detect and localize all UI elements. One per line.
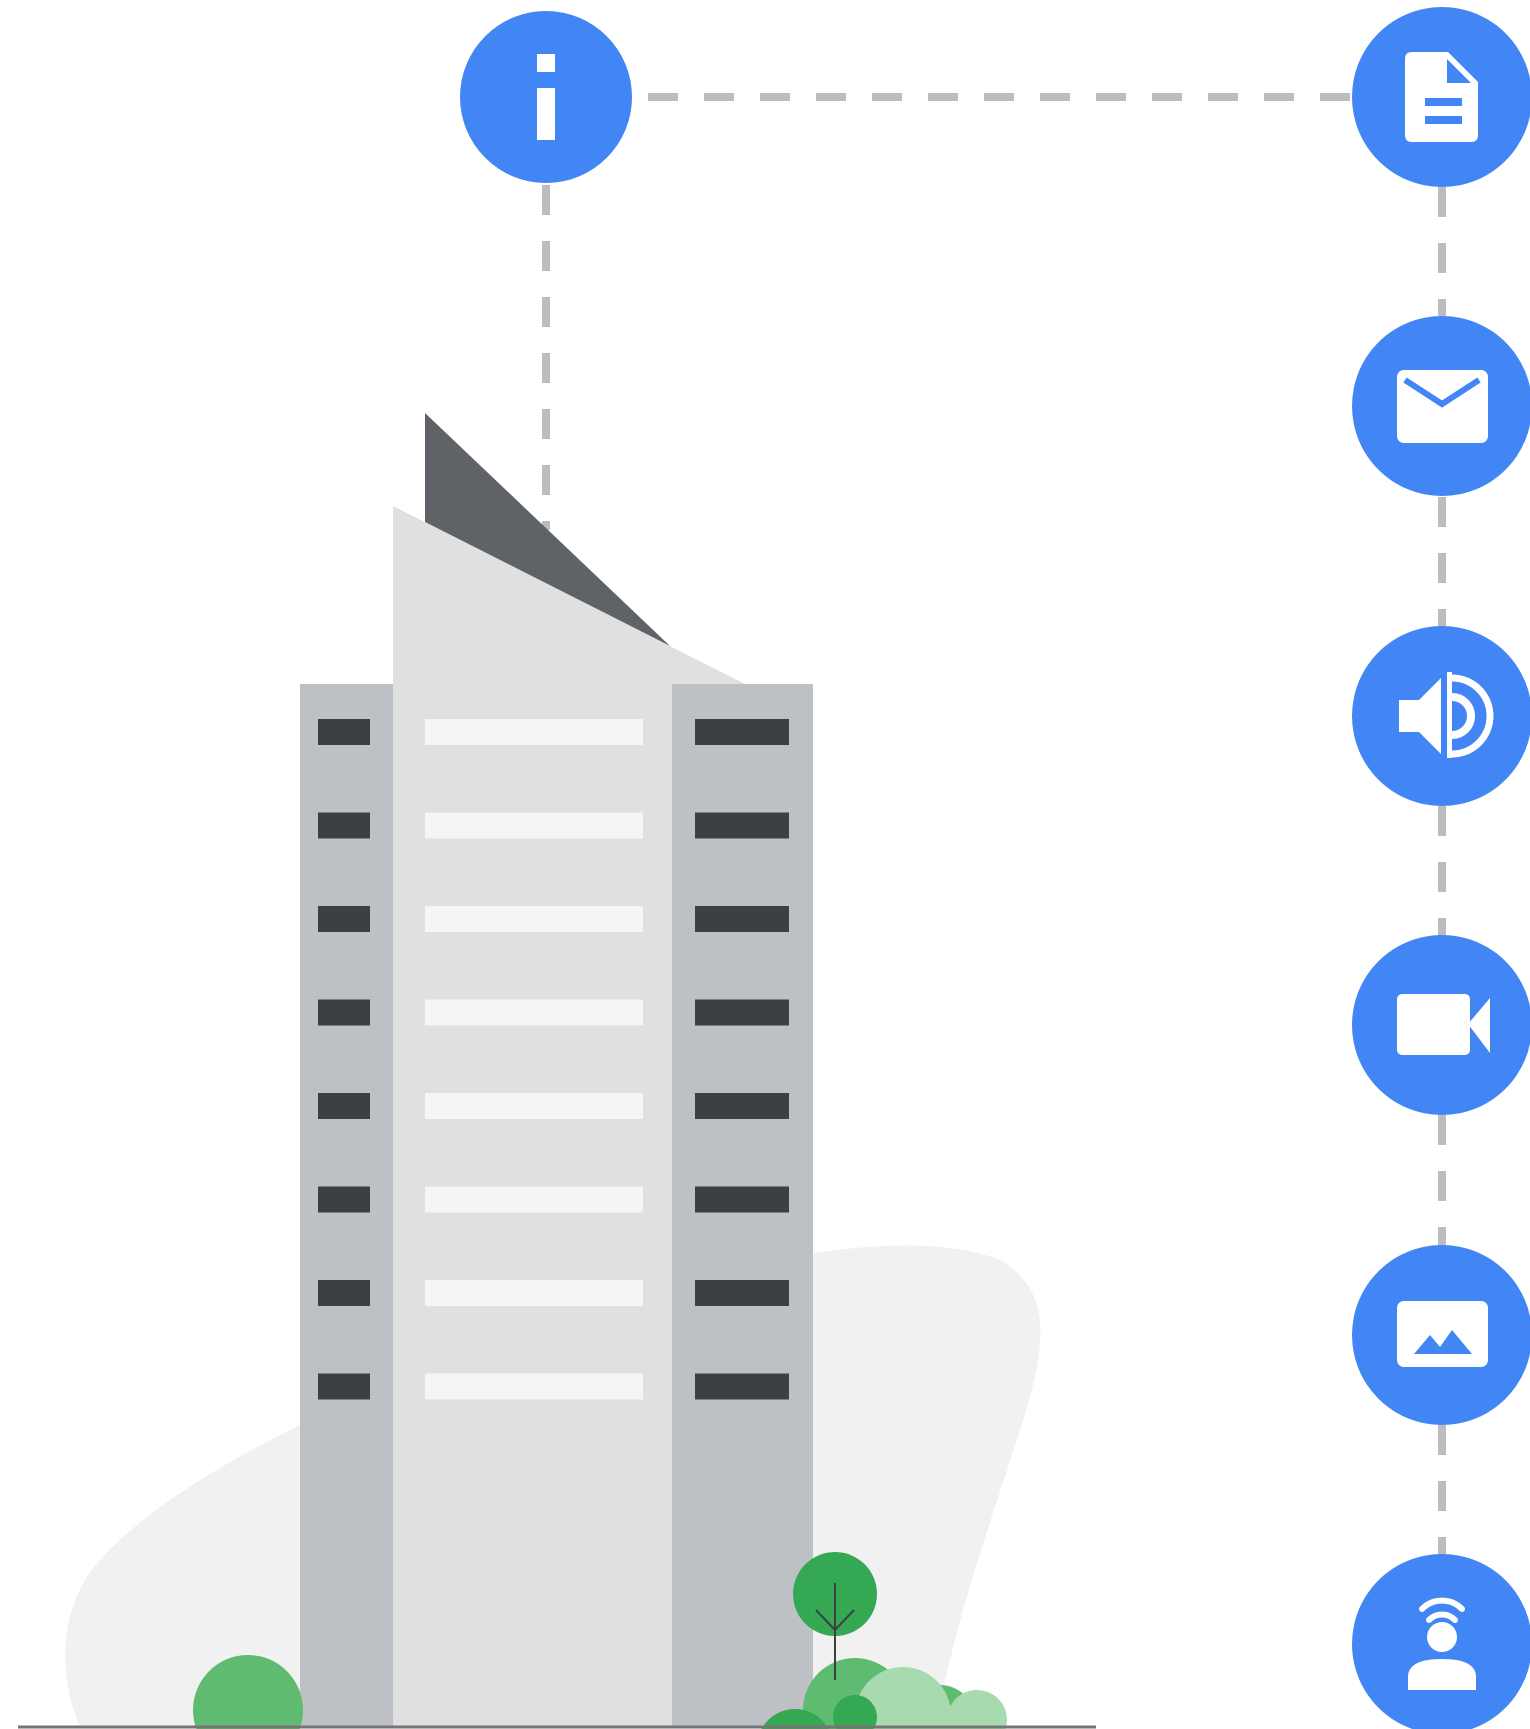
- window-left: [318, 1373, 370, 1400]
- info-icon: [537, 54, 555, 140]
- window-center: [425, 1373, 643, 1400]
- window-center: [425, 719, 643, 745]
- info-node: [460, 11, 632, 183]
- content-node-document: [1352, 7, 1530, 187]
- window-right: [695, 999, 789, 1026]
- window-center: [425, 906, 643, 932]
- window-left: [318, 999, 370, 1026]
- window-left: [318, 906, 370, 932]
- content-node-broadcast: [1352, 1554, 1530, 1729]
- content-node-video: [1352, 935, 1530, 1115]
- image-icon: [1397, 1301, 1488, 1367]
- window-center: [425, 999, 643, 1026]
- window-right: [695, 906, 789, 932]
- window-right: [695, 812, 789, 839]
- window-right: [695, 719, 789, 745]
- window-right: [695, 1186, 789, 1213]
- window-right: [695, 1280, 789, 1306]
- building: [300, 413, 813, 1727]
- window-center: [425, 1093, 643, 1119]
- window-left: [318, 1280, 370, 1306]
- window-center: [425, 1280, 643, 1306]
- window-center: [425, 812, 643, 839]
- window-left: [318, 1093, 370, 1119]
- content-node-mail: [1352, 316, 1530, 496]
- window-right: [695, 1373, 789, 1400]
- window-left: [318, 719, 370, 745]
- content-node-image: [1352, 1245, 1530, 1425]
- mail-icon: [1397, 370, 1488, 443]
- window-left: [318, 812, 370, 839]
- content-node-audio: [1352, 626, 1530, 806]
- illustration: [18, 7, 1530, 1729]
- window-left: [318, 1186, 370, 1213]
- window-right: [695, 1093, 789, 1119]
- window-center: [425, 1186, 643, 1213]
